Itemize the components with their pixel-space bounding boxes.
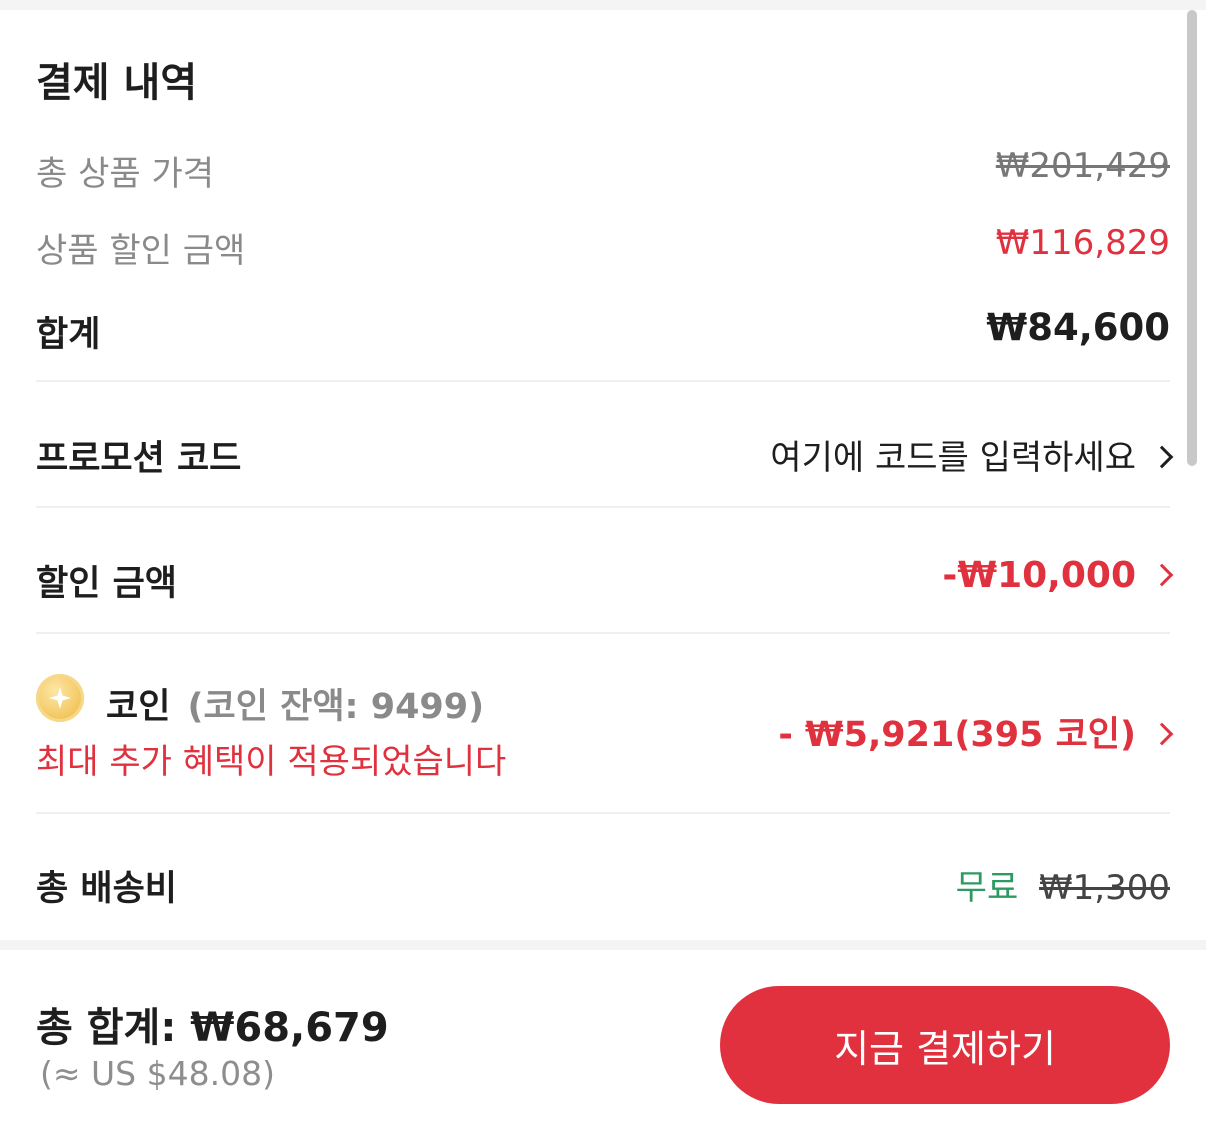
coins-value: - ₩5,921(395 코인) (778, 715, 1136, 755)
product-discount-label: 상품 할인 금액 (36, 231, 246, 271)
discount-amount-value: -₩10,000 (942, 555, 1136, 596)
original-price-label: 총 상품 가격 (36, 154, 215, 194)
payment-summary-card: 결제 내역 총 상품 가격 ₩201,429 상품 할인 금액 ₩116,829… (0, 10, 1206, 940)
coins-label: 코인 (106, 687, 171, 727)
shipping-label: 총 배송비 (36, 869, 177, 909)
coins-value-group[interactable]: - ₩5,921(395 코인) (778, 706, 1174, 757)
pay-now-button[interactable]: 지금 결제하기 (720, 986, 1170, 1104)
shipping-original: ₩1,300 (1039, 868, 1170, 908)
discount-amount-label: 할인 금액 (36, 564, 177, 604)
usd-equivalent: (≈ US $48.08) (40, 1054, 275, 1093)
divider (36, 812, 1170, 814)
chevron-right-icon (1150, 563, 1174, 587)
product-discount-value: ₩116,829 (995, 223, 1170, 263)
original-price-row: 총 상품 가격 ₩201,429 (36, 146, 1170, 194)
promo-code-placeholder: 여기에 코드를 입력하세요 (770, 438, 1136, 478)
discount-amount-row[interactable]: 할인 금액 -₩10,000 (36, 555, 1174, 605)
chevron-right-icon (1150, 722, 1174, 746)
section-title: 결제 내역 (36, 60, 198, 106)
subtotal-value: ₩84,600 (986, 306, 1170, 349)
product-discount-row: 상품 할인 금액 ₩116,829 (36, 223, 1170, 271)
shipping-free: 무료 (955, 868, 1019, 908)
original-price-value: ₩201,429 (995, 146, 1170, 186)
subtotal-row: 합계 ₩84,600 (36, 306, 1170, 355)
divider (36, 380, 1170, 382)
promo-code-row[interactable]: 프로모션 코드 여기에 코드를 입력하세요 (36, 430, 1174, 480)
grand-total: 총 합계: ₩68,679 (36, 1005, 389, 1051)
coin-icon (36, 674, 84, 722)
coins-label-group: 코인 (코인 잔액: 9499) (106, 678, 484, 729)
divider (36, 506, 1170, 508)
shipping-value-group: 무료 ₩1,300 (956, 860, 1170, 909)
coins-balance: (코인 잔액: 9499) (187, 687, 485, 727)
promo-code-label: 프로모션 코드 (36, 439, 242, 479)
subtotal-label: 합계 (36, 315, 101, 355)
coins-row[interactable]: 코인 (코인 잔액: 9499) 최대 추가 혜택이 적용되었습니다 - ₩5,… (36, 674, 1174, 784)
checkout-bar: 총 합계: ₩68,679 (≈ US $48.08) 지금 결제하기 (0, 950, 1206, 1141)
chevron-right-icon (1150, 445, 1174, 469)
divider (36, 632, 1170, 634)
discount-amount-value-group[interactable]: -₩10,000 (942, 555, 1174, 596)
shipping-row: 총 배송비 무료 ₩1,300 (36, 860, 1170, 910)
coins-benefit-note: 최대 추가 혜택이 적용되었습니다 (36, 742, 507, 782)
promo-code-input[interactable]: 여기에 코드를 입력하세요 (770, 430, 1174, 479)
scrollbar[interactable] (1187, 10, 1197, 466)
